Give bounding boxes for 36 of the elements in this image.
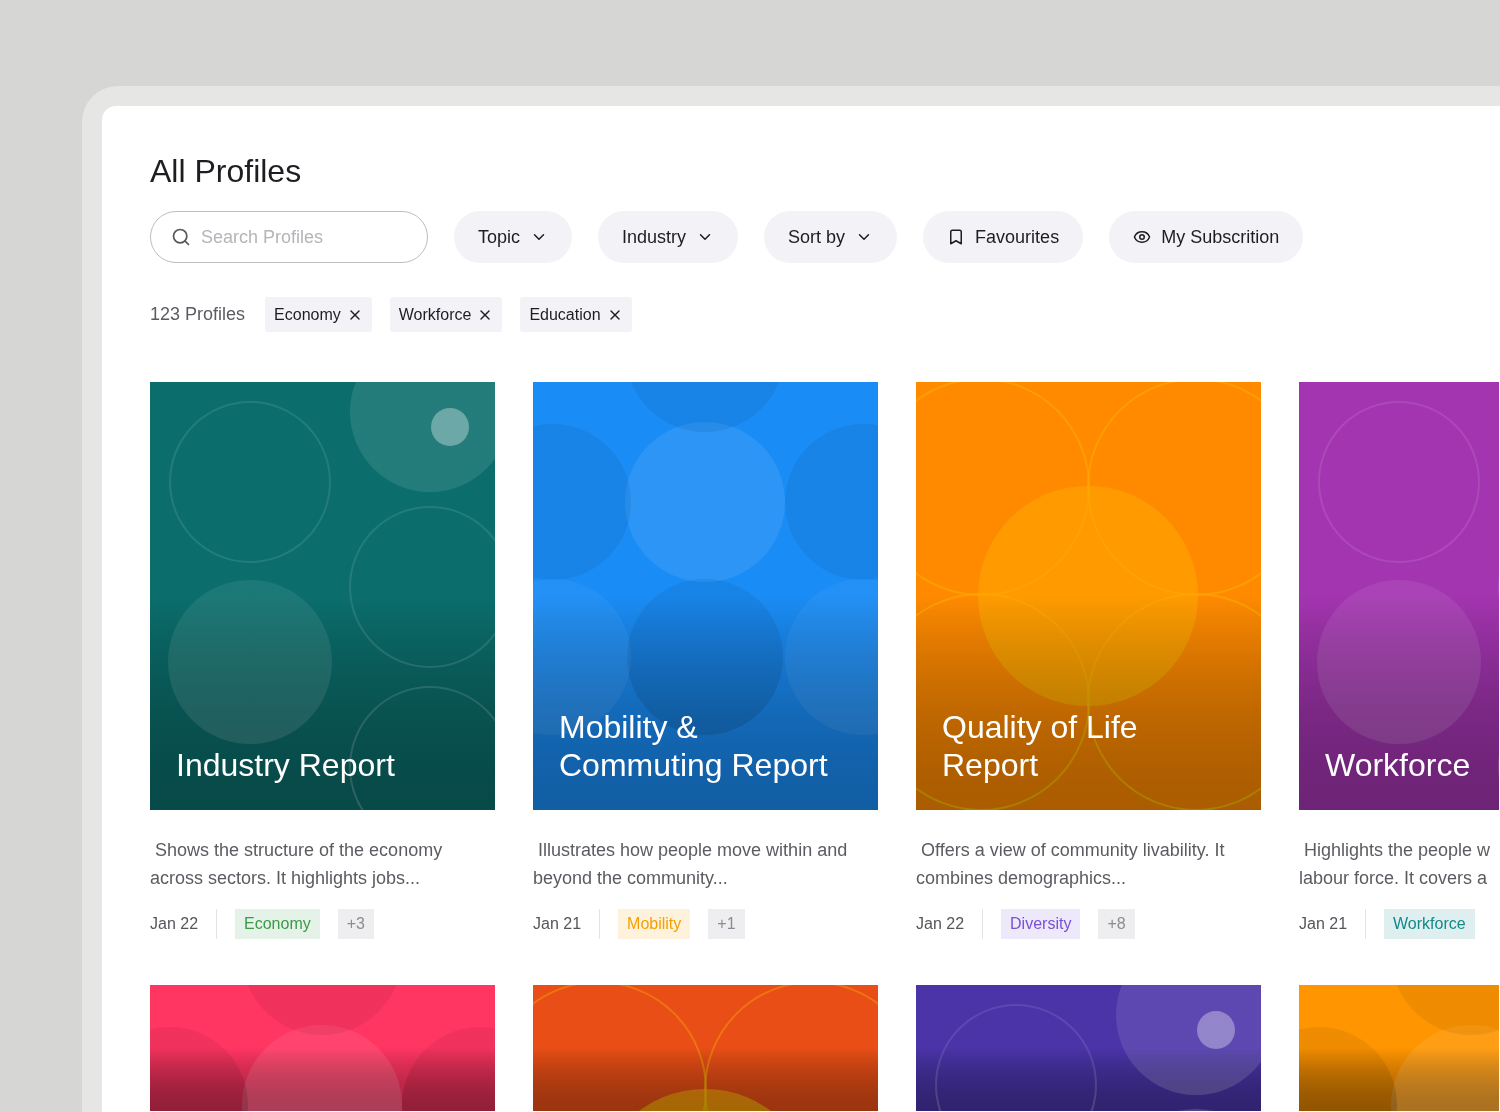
card-date: Jan 22 [916, 914, 965, 934]
card-description: combines demographics... [916, 867, 1128, 890]
card-description: beyond the community... [533, 867, 729, 890]
profile-cover[interactable]: Quality of Life Report [916, 382, 1261, 810]
filter-chip[interactable]: Workforce [389, 297, 503, 332]
card-date: Jan 22 [150, 914, 199, 934]
filter-button[interactable]: Favourites [923, 211, 1084, 263]
card-title: Report [942, 746, 1040, 784]
card-title: Commuting Report [559, 746, 828, 784]
card-title: Mobility & [559, 708, 699, 746]
card-description: across sectors. It highlights jobs... [150, 867, 422, 890]
card-description: Illustrates how people move within and [537, 839, 849, 862]
profile-cover[interactable]: Industry Report [150, 382, 495, 810]
eye-icon [1133, 228, 1152, 246]
card-date: Jan 21 [1299, 914, 1348, 934]
card-title: Workforce [1325, 746, 1471, 784]
profile-count: 123 Profiles [150, 303, 246, 326]
card-title: Quality of Life [942, 708, 1138, 746]
filter-button[interactable]: My Subscrition [1109, 211, 1304, 263]
profile-cover[interactable]: Mobility & Commuting Report [533, 382, 878, 810]
card-description: labour force. It covers a [1299, 867, 1489, 890]
filter-chip[interactable]: Economy [265, 297, 372, 332]
page-title: All Profiles [150, 152, 302, 190]
dropdown-button[interactable]: Industry [598, 211, 739, 263]
card-title: Industry Report [176, 746, 395, 784]
search-icon [171, 227, 191, 247]
filter-chip[interactable]: Education [520, 297, 632, 332]
card-description: Shows the structure of the economy [154, 839, 444, 862]
card-description: Highlights the people w [1303, 839, 1492, 862]
dropdown-button[interactable]: Sort by [764, 211, 898, 263]
card-date: Jan 21 [533, 914, 582, 934]
dropdown-button[interactable]: Topic [454, 211, 573, 263]
search-field[interactable]: Search Profiles [150, 211, 428, 263]
card-description: Offers a view of community livability. It [920, 839, 1226, 862]
topic-tag[interactable]: Workforce [1384, 909, 1475, 939]
topic-tag[interactable]: Diversity [1001, 909, 1081, 939]
